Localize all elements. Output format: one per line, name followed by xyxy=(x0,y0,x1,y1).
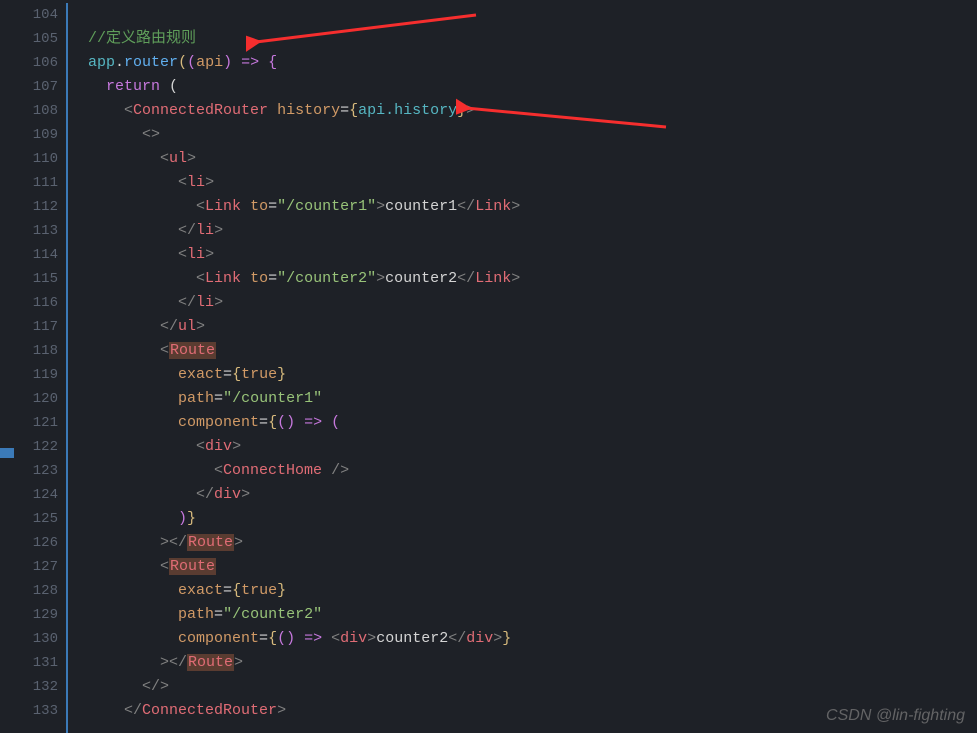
code-line[interactable]: <Route xyxy=(70,339,977,363)
line-number: 132 xyxy=(14,675,58,699)
code-line[interactable]: exact={true} xyxy=(70,363,977,387)
code-line[interactable]: <li> xyxy=(70,243,977,267)
line-number: 110 xyxy=(14,147,58,171)
code-line[interactable]: component={() => <div>counter2</div>} xyxy=(70,627,977,651)
code-line[interactable]: <li> xyxy=(70,171,977,195)
line-number: 118 xyxy=(14,339,58,363)
line-number: 109 xyxy=(14,123,58,147)
code-line[interactable]: <ConnectedRouter history={api.history}> xyxy=(70,99,977,123)
line-number: 130 xyxy=(14,627,58,651)
line-number: 129 xyxy=(14,603,58,627)
line-number: 128 xyxy=(14,579,58,603)
code-line[interactable]: <Link to="/counter1">counter1</Link> xyxy=(70,195,977,219)
code-line[interactable]: <ConnectHome /> xyxy=(70,459,977,483)
code-line[interactable]: <ul> xyxy=(70,147,977,171)
line-number: 115 xyxy=(14,267,58,291)
line-number: 114 xyxy=(14,243,58,267)
code-line[interactable]: ></Route> xyxy=(70,531,977,555)
line-number-gutter: 104 105 106 107 108 109 110 111 112 113 … xyxy=(14,0,66,733)
code-line[interactable]: //定义路由规则 xyxy=(70,27,977,51)
code-line[interactable]: <Route xyxy=(70,555,977,579)
code-line[interactable]: exact={true} xyxy=(70,579,977,603)
code-line[interactable]: </ul> xyxy=(70,315,977,339)
line-number: 112 xyxy=(14,195,58,219)
line-number: 123 xyxy=(14,459,58,483)
line-number: 124 xyxy=(14,483,58,507)
line-number: 133 xyxy=(14,699,58,723)
code-editor: 104 105 106 107 108 109 110 111 112 113 … xyxy=(0,0,977,733)
code-line[interactable]: path="/counter1" xyxy=(70,387,977,411)
line-number: 106 xyxy=(14,51,58,75)
line-number: 104 xyxy=(14,3,58,27)
code-line[interactable]: </li> xyxy=(70,219,977,243)
line-number: 125 xyxy=(14,507,58,531)
code-line[interactable]: <> xyxy=(70,123,977,147)
line-number: 121 xyxy=(14,411,58,435)
code-line[interactable]: return ( xyxy=(70,75,977,99)
code-line[interactable]: <div> xyxy=(70,435,977,459)
line-number: 113 xyxy=(14,219,58,243)
line-number: 120 xyxy=(14,387,58,411)
line-number: 117 xyxy=(14,315,58,339)
line-number: 108 xyxy=(14,99,58,123)
line-number: 105 xyxy=(14,27,58,51)
line-number: 131 xyxy=(14,651,58,675)
line-number: 122 xyxy=(14,435,58,459)
line-number: 116 xyxy=(14,291,58,315)
code-line[interactable]: ></Route> xyxy=(70,651,977,675)
code-line[interactable]: app.router((api) => { xyxy=(70,51,977,75)
line-number: 126 xyxy=(14,531,58,555)
code-line[interactable]: )} xyxy=(70,507,977,531)
code-line[interactable]: </div> xyxy=(70,483,977,507)
line-number: 111 xyxy=(14,171,58,195)
code-line[interactable]: </li> xyxy=(70,291,977,315)
line-number: 119 xyxy=(14,363,58,387)
code-content[interactable]: //定义路由规则 app.router((api) => { return ( … xyxy=(66,0,977,733)
marker-bar xyxy=(0,0,14,733)
code-line[interactable]: <Link to="/counter2">counter2</Link> xyxy=(70,267,977,291)
line-number: 127 xyxy=(14,555,58,579)
code-line[interactable]: </ConnectedRouter> xyxy=(70,699,977,723)
code-line[interactable]: path="/counter2" xyxy=(70,603,977,627)
code-line[interactable]: </> xyxy=(70,675,977,699)
code-line[interactable]: component={() => ( xyxy=(70,411,977,435)
line-number: 107 xyxy=(14,75,58,99)
code-line[interactable] xyxy=(70,3,977,27)
